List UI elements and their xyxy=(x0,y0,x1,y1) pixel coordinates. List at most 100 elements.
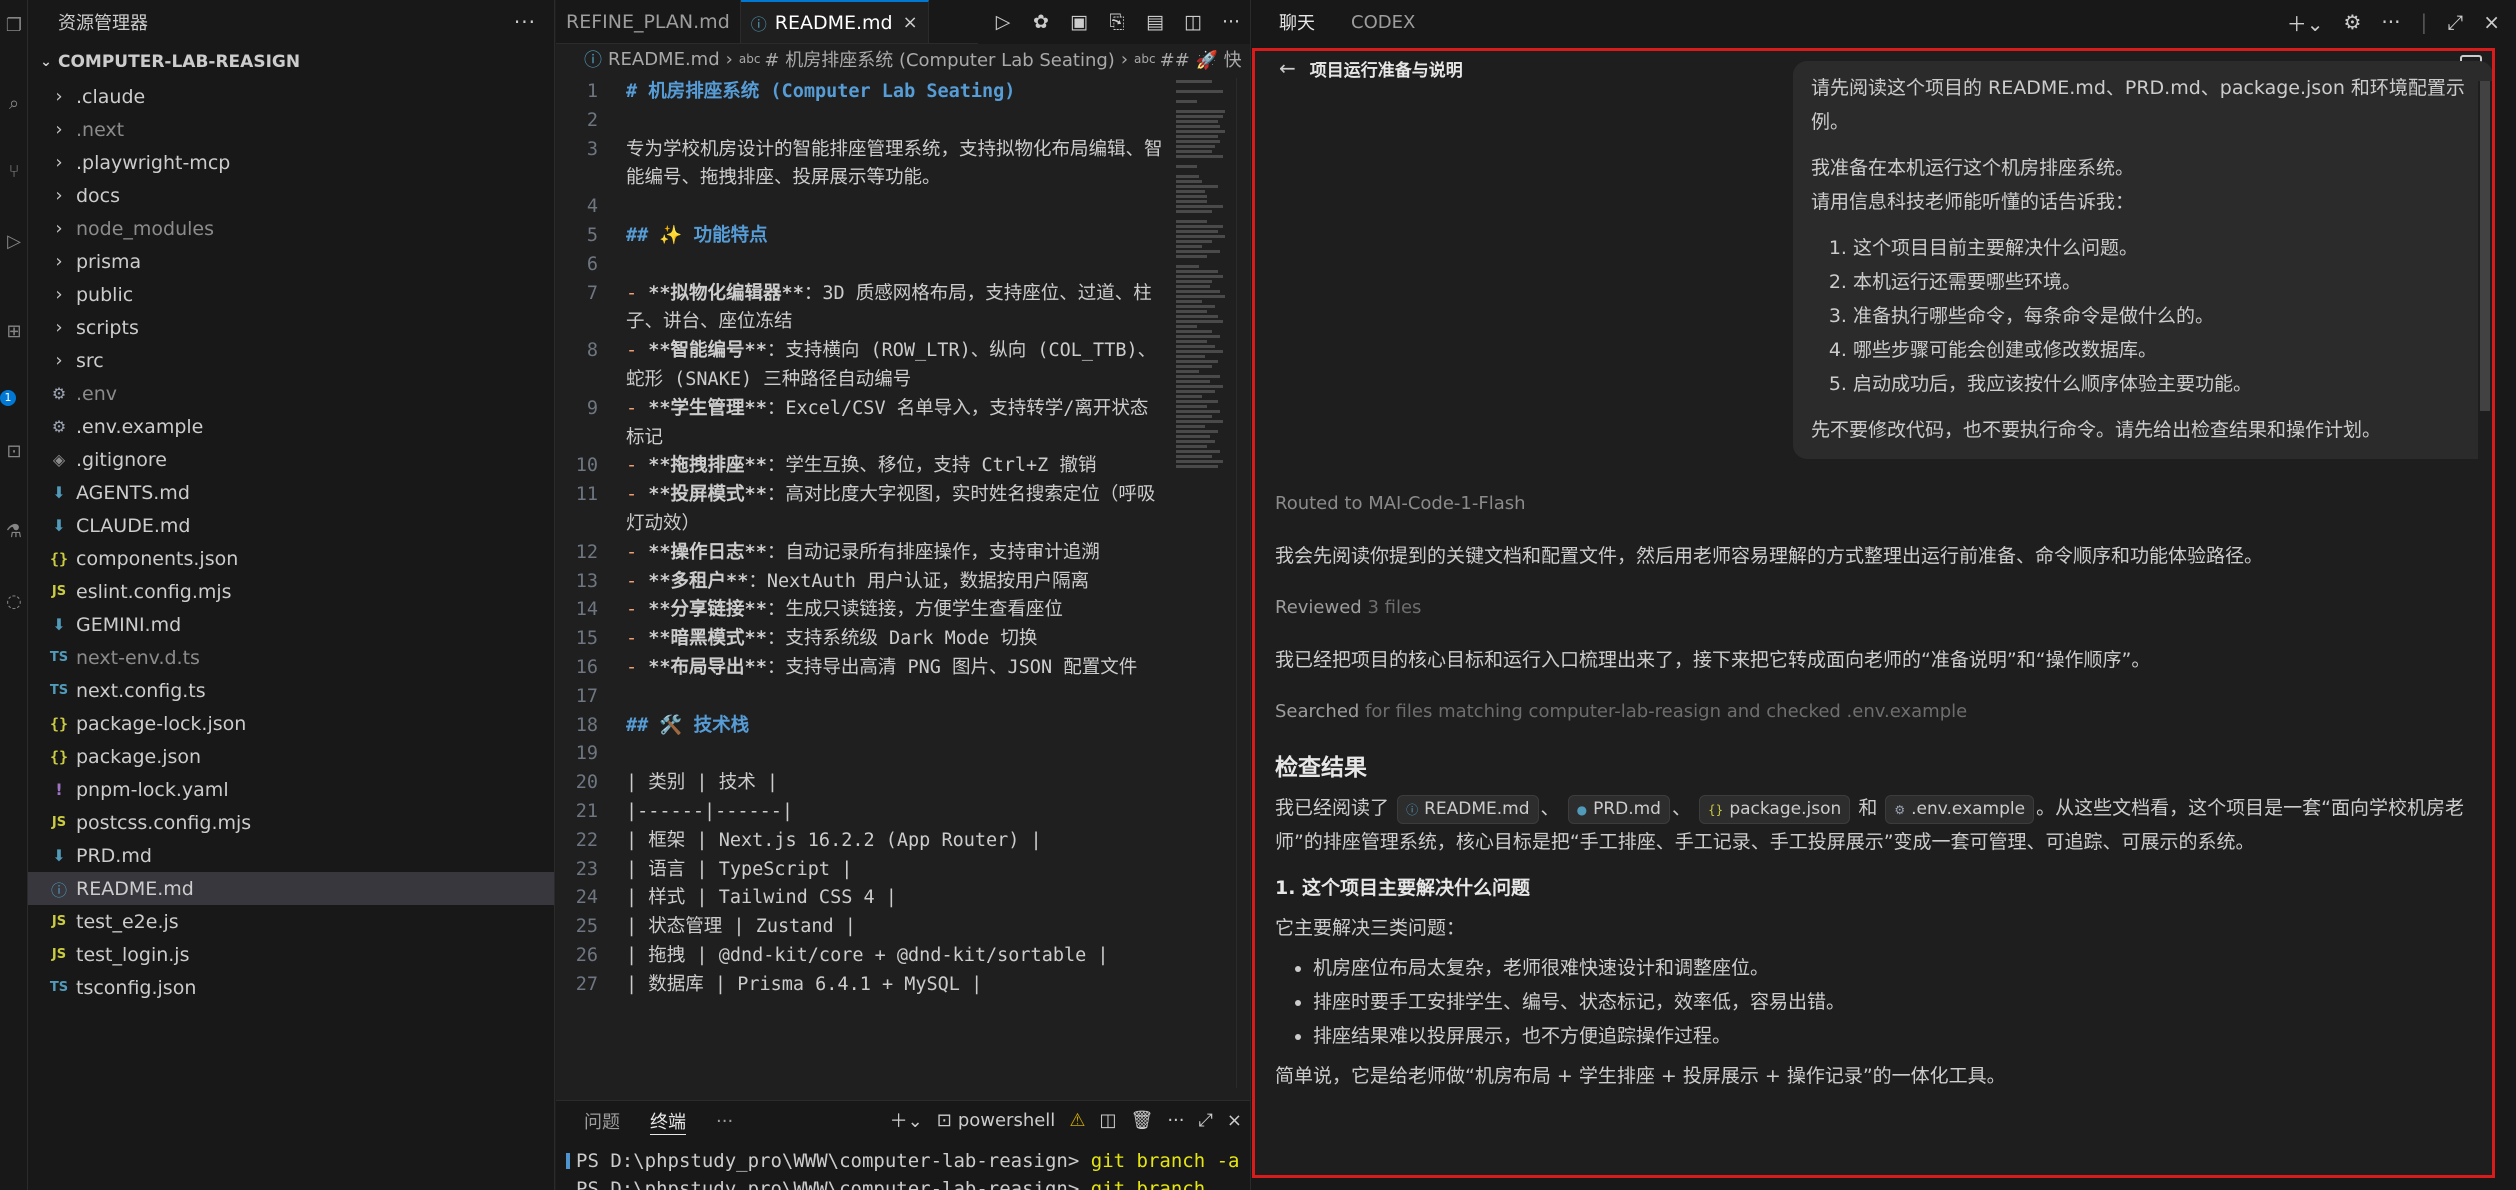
close-icon[interactable]: × xyxy=(1227,1110,1242,1131)
project-root[interactable]: ⌄ COMPUTER-LAB-REASIGN xyxy=(28,44,554,80)
file-item[interactable]: ⬇ GEMINI.md xyxy=(28,608,554,641)
tab-problems[interactable]: 问题 xyxy=(584,1108,620,1134)
file-item[interactable]: ⬇ CLAUDE.md xyxy=(28,509,554,542)
more-tabs-icon[interactable]: ··· xyxy=(716,1111,733,1132)
searched-status[interactable]: Searched for files matching computer-lab… xyxy=(1275,695,2480,729)
code-line: 7 - **拟物化编辑器**：3D 质感网格布局，支持座位、过道、柱子、讲台、座位… xyxy=(556,280,1176,338)
file-item[interactable]: ⚙ .env xyxy=(28,377,554,410)
file-item[interactable]: TS tsconfig.json xyxy=(28,971,554,1004)
file-item[interactable]: ⬇ AGENTS.md xyxy=(28,476,554,509)
tab-refine-plan[interactable]: REFINE_PLAN.md xyxy=(556,0,741,43)
file-item[interactable]: ⓘ README.md xyxy=(28,872,554,905)
file-item[interactable]: JS eslint.config.mjs xyxy=(28,575,554,608)
chat-icon[interactable]: ◌ xyxy=(2,590,26,614)
more-actions-icon[interactable]: ··· xyxy=(1212,11,1250,33)
tab-terminal[interactable]: 终端 xyxy=(650,1108,686,1135)
file-item[interactable]: {} package-lock.json xyxy=(28,707,554,740)
more-actions-icon[interactable]: ··· xyxy=(2381,10,2400,34)
back-arrow-icon[interactable]: ← xyxy=(1279,56,1296,80)
file-item[interactable]: JS test_login.js xyxy=(28,938,554,971)
editor-tabbar: REFINE_PLAN.md ⓘ README.md × ▷ ✿ ▣ ⎘ ▤ ◫… xyxy=(556,0,1250,44)
more-actions-icon[interactable]: ··· xyxy=(1167,1110,1184,1131)
folder-item[interactable]: › node_modules xyxy=(28,212,554,245)
breadcrumb-section[interactable]: # 机房排座系统 (Computer Lab Seating) xyxy=(764,46,1114,72)
openai-icon[interactable]: ✿ xyxy=(1022,11,1060,33)
new-terminal-icon[interactable]: ＋⌄ xyxy=(890,1107,923,1133)
more-actions-icon[interactable]: ··· xyxy=(514,10,536,34)
folder-item[interactable]: › prisma xyxy=(28,245,554,278)
file-chip-package[interactable]: {} package.json xyxy=(1699,795,1851,824)
warning-icon[interactable]: ⚠ xyxy=(1069,1110,1085,1131)
file-item[interactable]: JS postcss.config.mjs xyxy=(28,806,554,839)
run-debug-icon[interactable]: ▷ xyxy=(2,230,26,254)
folder-item[interactable]: › src xyxy=(28,344,554,377)
chat-scrollbar[interactable] xyxy=(2478,81,2492,1175)
maximize-icon[interactable]: ⤢ xyxy=(2447,10,2463,34)
minimap-line xyxy=(1176,90,1223,93)
preview-icon[interactable]: ▤ xyxy=(1136,11,1174,33)
remote-icon[interactable]: ⊡ xyxy=(2,440,26,464)
folder-item[interactable]: › public xyxy=(28,278,554,311)
explorer-icon[interactable]: ❐ xyxy=(2,14,26,38)
file-item[interactable]: TS next-env.d.ts xyxy=(28,641,554,674)
folder-item[interactable]: › .claude xyxy=(28,80,554,113)
folder-item[interactable]: › .next xyxy=(28,113,554,146)
folder-item[interactable]: › scripts xyxy=(28,311,554,344)
run-icon[interactable]: ▷ xyxy=(984,11,1022,33)
file-chip-readme[interactable]: ⓘ README.md xyxy=(1397,795,1539,824)
terminal[interactable]: PS D:\phpstudy_pro\WWW\computer-lab-reas… xyxy=(556,1141,1250,1190)
code-line: 26 | 拖拽 | @dnd-kit/core + @dnd-kit/sortab… xyxy=(556,942,1176,971)
list-bullet: - xyxy=(626,599,649,621)
file-chip-env-example[interactable]: ⚙ .env.example xyxy=(1885,795,2035,824)
shell-name[interactable]: powershell xyxy=(958,1110,1056,1131)
trash-icon[interactable]: 🗑 xyxy=(1130,1110,1153,1131)
close-icon[interactable]: × xyxy=(903,12,918,33)
file-item[interactable]: {} components.json xyxy=(28,542,554,575)
minimap-line xyxy=(1176,240,1213,243)
read-files-paragraph: 我已经阅读了 ⓘ README.md 、 ● PRD.md 、 {} package.js… xyxy=(1275,791,2480,859)
json-file-icon: {} xyxy=(49,714,69,733)
line-number: 17 xyxy=(575,685,598,707)
reviewed-status[interactable]: Reviewed 3 files xyxy=(1275,591,2480,625)
list-item: 排座时要手工安排学生、编号、状态标记，效率低，容易出错。 xyxy=(1313,985,2480,1019)
code-view[interactable]: 1 # 机房排座系统 (Computer Lab Seating) 2 3 专为学校机房… xyxy=(556,78,1176,1000)
open-changes-icon[interactable]: ⎘ xyxy=(1098,11,1136,33)
file-item[interactable]: TS next.config.ts xyxy=(28,674,554,707)
minimap-line xyxy=(1176,405,1208,408)
extensions-icon[interactable]: ⊞ xyxy=(2,320,26,344)
file-chip-prd[interactable]: ● PRD.md xyxy=(1567,795,1670,824)
search-icon[interactable]: ⌕ xyxy=(2,92,26,116)
scrollbar-thumb[interactable] xyxy=(2480,81,2490,411)
file-item[interactable]: ◈ .gitignore xyxy=(28,443,554,476)
maximize-icon[interactable]: ⤢ xyxy=(1199,1110,1213,1131)
tab-chat[interactable]: 聊天 xyxy=(1279,9,1315,35)
folder-item[interactable]: › .playwright-mcp xyxy=(28,146,554,179)
code-text: |------|------| xyxy=(626,800,794,822)
file-item[interactable]: {} package.json xyxy=(28,740,554,773)
markdown-file-icon: ⬇ xyxy=(52,516,66,535)
testing-icon[interactable]: ⚗ xyxy=(2,520,26,544)
minimap-line xyxy=(1176,200,1208,203)
plain-text: ：支持导出高清 PNG 图片、JSON 配置文件 xyxy=(766,656,1138,678)
file-item[interactable]: ⬇ PRD.md xyxy=(28,839,554,872)
close-icon[interactable]: × xyxy=(2483,10,2500,34)
tab-codex[interactable]: CODEX xyxy=(1351,12,1415,33)
split-editor-icon[interactable]: ◫ xyxy=(1174,11,1212,33)
breadcrumb-file[interactable]: README.md xyxy=(608,49,720,70)
editor-scrollbar[interactable] xyxy=(1236,78,1250,1088)
split-terminal-icon[interactable]: ◫ xyxy=(1099,1110,1116,1131)
user-message-text: 请用信息科技老师能听懂的话告诉我： xyxy=(1811,191,2135,213)
agent-icon[interactable]: ▣ xyxy=(1060,11,1098,33)
gear-icon[interactable]: ⚙ xyxy=(2343,10,2361,34)
breadcrumb-subsection[interactable]: ## 🚀 快 xyxy=(1160,46,1242,72)
new-chat-icon[interactable]: ＋⌄ xyxy=(2287,8,2324,37)
file-item[interactable]: ! pnpm-lock.yaml xyxy=(28,773,554,806)
file-item[interactable]: JS test_e2e.js xyxy=(28,905,554,938)
file-item[interactable]: ⚙ .env.example xyxy=(28,410,554,443)
code-line: 9 - **学生管理**：Excel/CSV 名单导入，支持转学/离开状态标记 xyxy=(556,395,1176,453)
minimap[interactable] xyxy=(1176,78,1228,698)
source-control-icon[interactable]: ⑂ xyxy=(2,160,26,184)
folder-item[interactable]: › docs xyxy=(28,179,554,212)
minimap-line xyxy=(1176,460,1223,463)
tab-readme[interactable]: ⓘ README.md × xyxy=(740,0,929,43)
